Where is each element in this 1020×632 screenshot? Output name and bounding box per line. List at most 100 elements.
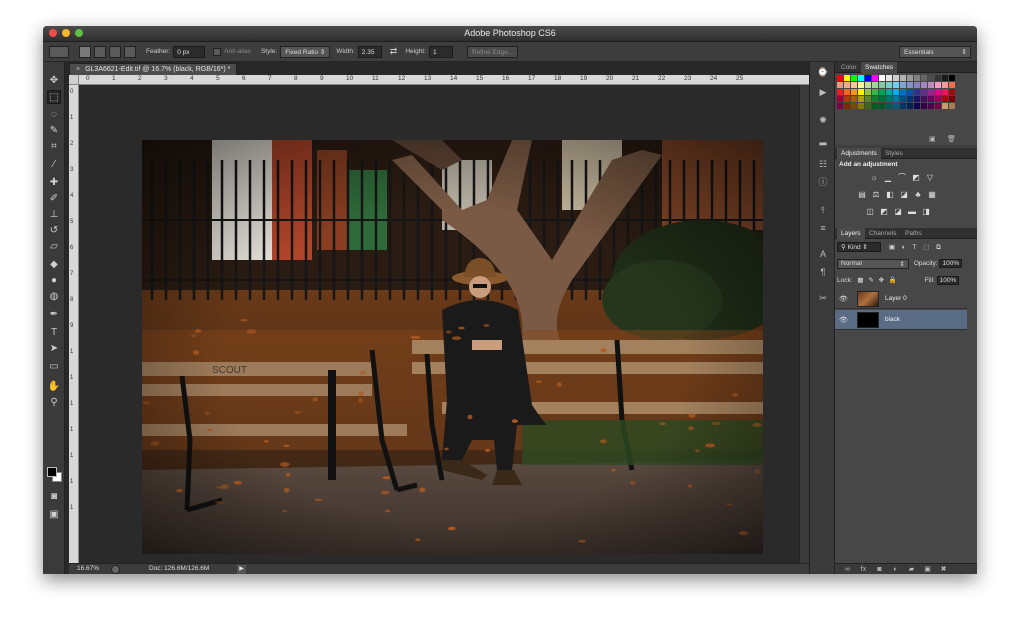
color-swatch[interactable]	[844, 103, 850, 109]
threshold-icon[interactable]: ◪	[893, 207, 903, 216]
tab-layers[interactable]: Layers	[837, 228, 865, 239]
style-select[interactable]: Fixed Ratio ⇕	[280, 45, 331, 58]
layer-style-icon[interactable]: fx	[859, 565, 868, 574]
black-white-icon[interactable]: ◧	[885, 190, 895, 199]
screen-mode-icon[interactable]: ▣	[47, 508, 61, 522]
rectangular-marquee-tool-icon[interactable]: ⬚	[47, 90, 61, 104]
layer-row[interactable]: 👁 Layer 0	[835, 289, 967, 309]
history-panel-icon[interactable]: ⌚	[816, 66, 830, 78]
color-swatch[interactable]	[921, 75, 927, 81]
color-swatch[interactable]	[879, 75, 885, 81]
exposure-icon[interactable]: ◩	[911, 173, 921, 182]
color-swatch[interactable]	[914, 89, 920, 95]
color-swatch[interactable]	[844, 82, 850, 88]
subtract-selection-icon[interactable]	[109, 45, 121, 58]
color-swatch[interactable]	[872, 103, 878, 109]
posterize-icon[interactable]: ◩	[879, 207, 889, 216]
foreground-color-swatch[interactable]	[47, 467, 57, 477]
new-selection-icon[interactable]	[79, 45, 91, 58]
height-input[interactable]: 1	[428, 45, 453, 58]
color-swatch[interactable]	[907, 82, 913, 88]
color-swatch[interactable]	[858, 89, 864, 95]
brush-presets-icon[interactable]: ≡	[816, 222, 830, 234]
horizontal-ruler[interactable]: 0 1 2 3 4 5 6 7 8 9 10 11 12 13 14 15 16 17 18 19 20 21 22 23 24…	[79, 75, 809, 85]
hand-tool-icon[interactable]: ✋	[47, 380, 61, 394]
tab-paths[interactable]: Paths	[901, 228, 926, 239]
color-swatch[interactable]	[928, 75, 934, 81]
lock-all-icon[interactable]: 🔒	[889, 277, 897, 284]
paint-bucket-tool-icon[interactable]: ◆	[47, 258, 61, 272]
photo-filter-icon[interactable]: ◪	[899, 190, 909, 199]
color-swatch[interactable]	[837, 89, 843, 95]
color-swatch[interactable]	[921, 96, 927, 102]
gradient-map-icon[interactable]: ▬	[907, 207, 917, 216]
anti-alias-checkbox[interactable]	[213, 47, 222, 56]
dodge-tool-icon[interactable]: ◍	[47, 290, 61, 304]
brightness-contrast-icon[interactable]: ☼	[869, 173, 879, 182]
color-swatch[interactable]	[942, 96, 948, 102]
move-tool-icon[interactable]: ✥	[47, 74, 61, 88]
color-swatch[interactable]	[851, 82, 857, 88]
color-swatch[interactable]	[907, 89, 913, 95]
close-tab-icon[interactable]: ×	[76, 66, 80, 73]
color-swatch[interactable]	[865, 96, 871, 102]
type-tool-icon[interactable]: T	[47, 326, 61, 340]
path-selection-tool-icon[interactable]: ➤	[47, 342, 61, 356]
color-swatch[interactable]	[893, 103, 899, 109]
color-swatch[interactable]	[900, 96, 906, 102]
quick-mask-icon[interactable]: ◙	[47, 490, 61, 504]
color-swatch[interactable]	[928, 103, 934, 109]
new-swatch-icon[interactable]: ▣	[929, 135, 936, 143]
color-swatch[interactable]	[879, 103, 885, 109]
histogram-panel-icon[interactable]: ▂	[816, 134, 830, 146]
color-swatch[interactable]	[949, 103, 955, 109]
color-swatch[interactable]	[907, 103, 913, 109]
lock-image-icon[interactable]: ✎	[868, 277, 873, 284]
color-swatch[interactable]	[942, 75, 948, 81]
blur-tool-icon[interactable]: ●	[47, 274, 61, 288]
filter-type-icon[interactable]: T	[913, 244, 917, 251]
paragraph-panel-icon[interactable]: ¶	[816, 266, 830, 278]
color-swatch[interactable]	[942, 103, 948, 109]
color-swatch[interactable]	[893, 82, 899, 88]
swap-dimensions-icon[interactable]: ⇄	[390, 46, 398, 57]
color-swatch[interactable]	[851, 75, 857, 81]
canvas-pasteboard[interactable]: SCOUT	[79, 85, 799, 563]
color-swatch[interactable]	[921, 103, 927, 109]
color-swatch[interactable]	[879, 89, 885, 95]
fill-input[interactable]: 100%	[936, 276, 960, 285]
lock-position-icon[interactable]: ✥	[879, 277, 884, 284]
vibrance-icon[interactable]: ▽	[925, 173, 935, 182]
width-input[interactable]: 2.35	[357, 45, 382, 58]
properties-panel-icon[interactable]: ☷	[816, 158, 830, 170]
clone-stamp-tool-icon[interactable]: ⊥	[47, 208, 61, 222]
levels-icon[interactable]: ▁	[883, 173, 893, 182]
color-swatch[interactable]	[844, 75, 850, 81]
pen-tool-icon[interactable]: ✒	[47, 308, 61, 322]
color-swatch[interactable]	[858, 103, 864, 109]
document-image[interactable]: SCOUT	[142, 140, 763, 554]
color-swatch[interactable]	[949, 82, 955, 88]
color-swatch[interactable]	[872, 96, 878, 102]
color-swatch[interactable]	[886, 103, 892, 109]
tab-channels[interactable]: Channels	[865, 228, 900, 239]
color-swatch[interactable]	[949, 75, 955, 81]
color-swatch[interactable]	[851, 96, 857, 102]
document-tab[interactable]: × GL3A6621-Edit.tif @ 16.7% (black, RGB/1…	[69, 63, 238, 75]
delete-swatch-icon[interactable]: 🗑	[947, 135, 956, 143]
tab-adjustments[interactable]: Adjustments	[837, 148, 881, 159]
color-swatch[interactable]	[893, 89, 899, 95]
color-swatch[interactable]	[928, 96, 934, 102]
color-swatch[interactable]	[872, 82, 878, 88]
color-swatch[interactable]	[851, 103, 857, 109]
color-swatch[interactable]	[914, 82, 920, 88]
color-swatch[interactable]	[949, 89, 955, 95]
feather-input[interactable]: 0 px	[173, 45, 206, 58]
actions-panel-icon[interactable]: ▶	[816, 86, 830, 98]
brush-panel-icon[interactable]: ⫯	[816, 204, 830, 216]
share-icon[interactable]	[111, 565, 120, 574]
visibility-eye-icon[interactable]: 👁	[839, 295, 848, 303]
new-layer-icon[interactable]: ▣	[923, 565, 932, 574]
channel-mixer-icon[interactable]: ♣	[913, 190, 923, 199]
color-swatch[interactable]	[914, 96, 920, 102]
